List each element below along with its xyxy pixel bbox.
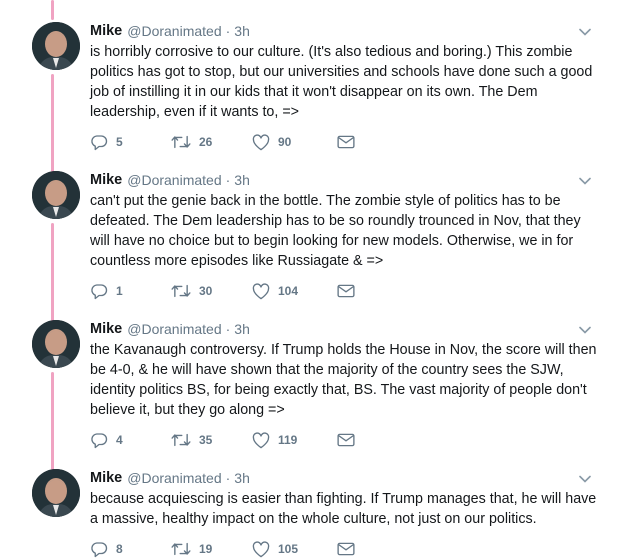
- envelope-icon: [337, 542, 355, 556]
- envelope-icon: [337, 284, 355, 298]
- reply-button[interactable]: 8: [90, 540, 171, 558]
- reply-icon: [91, 284, 108, 300]
- direct-message-button[interactable]: [337, 433, 357, 447]
- reply-icon: [91, 542, 108, 558]
- tweet-actions: 5 26 90: [90, 132, 357, 152]
- reply-count: 1: [116, 284, 123, 298]
- chevron-down-icon[interactable]: [578, 323, 592, 337]
- direct-message-button[interactable]: [337, 542, 357, 556]
- author-name[interactable]: Mike: [90, 321, 122, 337]
- tweet-text: is horribly corrosive to our culture. (I…: [90, 44, 593, 120]
- like-button[interactable]: 119: [252, 431, 337, 449]
- tweet-text: the Kavanaugh controversy. If Trump hold…: [90, 342, 597, 418]
- thread-line: [51, 372, 54, 472]
- reply-icon: [91, 135, 108, 151]
- like-button[interactable]: 104: [252, 282, 337, 300]
- retweet-count: 26: [199, 135, 213, 149]
- envelope-icon: [337, 135, 355, 149]
- timestamp[interactable]: 3h: [234, 172, 250, 188]
- separator-dot: ·: [225, 470, 231, 486]
- like-count: 105: [278, 542, 299, 556]
- heart-icon: [252, 540, 270, 557]
- separator-dot: ·: [225, 23, 231, 39]
- retweet-icon: [171, 284, 191, 298]
- tweet-text: can't put the genie back in the bottle. …: [90, 193, 581, 269]
- avatar[interactable]: [32, 171, 80, 219]
- envelope-icon: [337, 433, 355, 447]
- reply-count: 8: [116, 542, 123, 556]
- avatar[interactable]: [32, 469, 80, 517]
- heart-icon: [252, 133, 270, 150]
- author-name[interactable]: Mike: [90, 172, 122, 188]
- reply-count: 5: [116, 135, 123, 149]
- author-handle[interactable]: @Doranimated: [127, 321, 221, 337]
- heart-icon: [252, 282, 270, 299]
- like-count: 104: [278, 284, 299, 298]
- author-handle[interactable]: @Doranimated: [127, 470, 221, 486]
- retweet-button[interactable]: 30: [171, 283, 252, 299]
- like-count: 90: [278, 135, 292, 149]
- retweet-icon: [171, 542, 191, 556]
- author-name[interactable]: Mike: [90, 23, 122, 39]
- retweet-icon: [171, 433, 191, 447]
- reply-button[interactable]: 1: [90, 282, 171, 300]
- like-button[interactable]: 90: [252, 133, 337, 151]
- timestamp[interactable]: 3h: [234, 321, 250, 337]
- retweet-count: 30: [199, 284, 213, 298]
- avatar[interactable]: [32, 320, 80, 368]
- retweet-count: 19: [199, 542, 213, 556]
- author-name[interactable]: Mike: [90, 470, 122, 486]
- chevron-down-icon[interactable]: [578, 472, 592, 486]
- tweet-actions: 1 30 104: [90, 281, 357, 301]
- retweet-button[interactable]: 19: [171, 541, 252, 557]
- tweet-text: because acquiescing is easier than fight…: [90, 491, 597, 527]
- thread-line: [51, 0, 54, 20]
- tweet-actions: 4 35 119: [90, 430, 357, 450]
- like-count: 119: [278, 433, 298, 447]
- separator-dot: ·: [225, 172, 231, 188]
- retweet-button[interactable]: 35: [171, 432, 252, 448]
- retweet-icon: [171, 135, 191, 149]
- timestamp[interactable]: 3h: [234, 470, 250, 486]
- like-button[interactable]: 105: [252, 540, 337, 558]
- reply-icon: [91, 433, 108, 449]
- thread-line: [51, 74, 54, 174]
- avatar[interactable]: [32, 22, 80, 70]
- chevron-down-icon[interactable]: [578, 25, 592, 39]
- author-handle[interactable]: @Doranimated: [127, 23, 221, 39]
- tweet-actions: 8 19 105: [90, 539, 357, 559]
- reply-button[interactable]: 5: [90, 133, 171, 151]
- chevron-down-icon[interactable]: [578, 174, 592, 188]
- direct-message-button[interactable]: [337, 135, 357, 149]
- reply-button[interactable]: 4: [90, 431, 171, 449]
- heart-icon: [252, 431, 270, 448]
- timestamp[interactable]: 3h: [234, 23, 250, 39]
- direct-message-button[interactable]: [337, 284, 357, 298]
- retweet-button[interactable]: 26: [171, 134, 252, 150]
- separator-dot: ·: [225, 321, 231, 337]
- thread-line: [51, 223, 54, 323]
- retweet-count: 35: [199, 433, 213, 447]
- reply-count: 4: [116, 433, 123, 447]
- author-handle[interactable]: @Doranimated: [127, 172, 221, 188]
